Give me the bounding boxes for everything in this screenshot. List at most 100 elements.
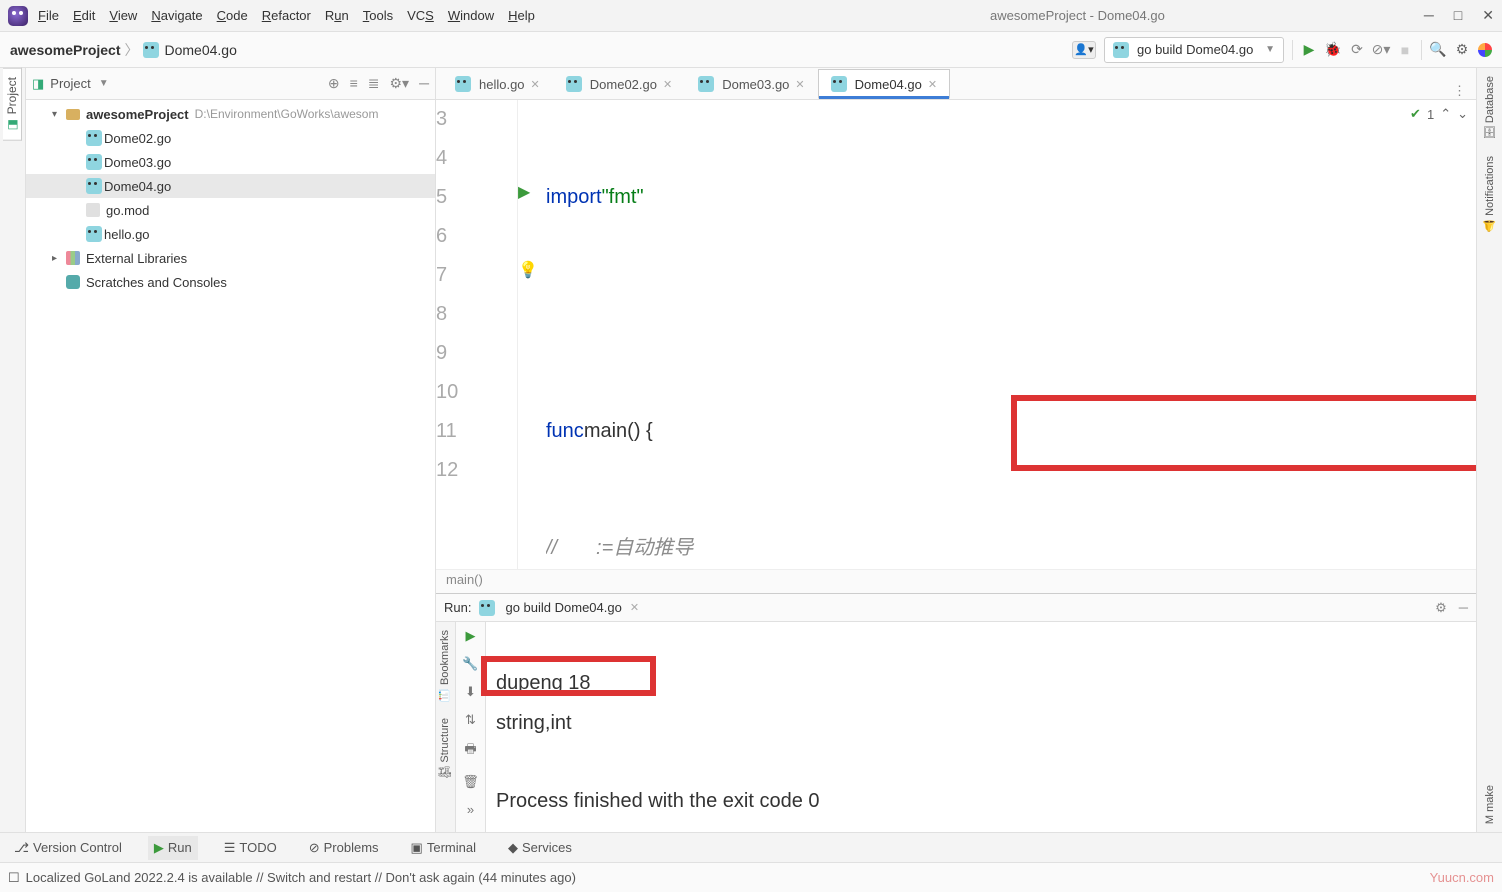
tree-scratches[interactable]: ▸Scratches and Consoles <box>26 270 435 294</box>
bt-version-control[interactable]: ⎇Version Control <box>8 836 128 860</box>
run-configuration[interactable]: go build Dome04.go ▼ <box>1104 37 1284 63</box>
status-bar: ☐ Localized GoLand 2022.2.4 is available… <box>0 862 1502 892</box>
maximize-icon[interactable]: □ <box>1454 7 1462 24</box>
tree-external-libs[interactable]: ▸External Libraries <box>26 246 435 270</box>
gutter-icons: ▶ 💡 <box>518 100 546 569</box>
toolbar: awesomeProject 〉 Dome04.go 👤▾ go build D… <box>0 32 1502 68</box>
menu-refactor[interactable]: Refactor <box>262 8 311 23</box>
coverage-button[interactable]: ⟳ <box>1349 42 1365 58</box>
bt-problems[interactable]: ⊘Problems <box>303 836 385 860</box>
print-icon[interactable]: 🖶 <box>464 740 476 762</box>
palette-icon[interactable] <box>1478 43 1492 57</box>
debug-button[interactable]: 🐞 <box>1325 42 1341 58</box>
sidebar-tool-project[interactable]: ◨ Project <box>3 68 22 141</box>
terminal-icon: ▣ <box>411 840 423 856</box>
problems-icon: ⊘ <box>309 840 320 856</box>
run-button[interactable]: ▶ <box>1301 42 1317 58</box>
tree-root-path: D:\Environment\GoWorks\awesom <box>195 107 379 121</box>
hide-panel-icon[interactable]: ─ <box>419 75 429 92</box>
tree-file[interactable]: go.mod <box>26 198 435 222</box>
rerun-button[interactable]: ▶ <box>466 628 476 644</box>
sidebar-tool-structure[interactable]: 🏗 Structure <box>436 710 455 788</box>
app-icon <box>8 6 28 26</box>
user-select-icon[interactable]: 👤▾ <box>1072 41 1096 59</box>
menu-vcs[interactable]: VCS <box>407 8 434 23</box>
chevron-down-icon[interactable]: ▼ <box>99 78 109 89</box>
window-controls: ─ □ ✕ <box>1424 7 1494 24</box>
menu-code[interactable]: Code <box>217 8 248 23</box>
filter-icon[interactable]: ⇅ <box>465 712 476 728</box>
tree-file-selected[interactable]: Dome04.go <box>26 174 435 198</box>
menu-view[interactable]: View <box>109 8 137 23</box>
chevron-up-icon[interactable]: ⌃ <box>1440 106 1451 122</box>
go-file-icon <box>479 600 495 616</box>
settings-icon[interactable]: ⚙ <box>1454 42 1470 58</box>
tree-file[interactable]: hello.go <box>26 222 435 246</box>
run-panel-header: Run: go build Dome04.go ✕ ⚙ ─ <box>436 594 1476 622</box>
close-icon[interactable]: ✕ <box>1482 7 1494 24</box>
menu-navigate[interactable]: Navigate <box>151 8 202 23</box>
close-tab-icon[interactable]: ✕ <box>663 78 672 91</box>
sidebar-tool-database[interactable]: 🗄 Database <box>1481 68 1498 148</box>
tabs-options-icon[interactable]: ⋮ <box>1443 83 1476 99</box>
window-title: awesomeProject - Dome04.go <box>731 8 1424 23</box>
close-tab-icon[interactable]: ✕ <box>531 78 540 91</box>
sidebar-tool-bookmarks[interactable]: 📑 Bookmarks <box>436 622 455 710</box>
tab-dome04[interactable]: Dome04.go✕ <box>818 69 950 99</box>
run-gutter-icon[interactable]: ▶ <box>518 182 530 202</box>
close-tab-icon[interactable]: ✕ <box>795 78 804 91</box>
intention-bulb-icon[interactable]: 💡 <box>518 260 538 280</box>
wrench-icon[interactable]: 🔧 <box>462 656 478 672</box>
expand-icon[interactable]: » <box>467 802 474 817</box>
minimize-icon[interactable]: ─ <box>1424 7 1434 24</box>
bt-todo[interactable]: ☰TODO <box>218 836 283 860</box>
tree-project-root[interactable]: ▾ awesomeProject D:\Environment\GoWorks\… <box>26 102 435 126</box>
close-run-tab-icon[interactable]: ✕ <box>630 601 639 614</box>
info-icon[interactable]: ☐ <box>8 870 20 886</box>
run-config-name[interactable]: go build Dome04.go <box>505 600 621 615</box>
bt-run[interactable]: ▶Run <box>148 836 198 860</box>
menu-edit[interactable]: Edit <box>73 8 95 23</box>
hide-run-icon[interactable]: ─ <box>1459 600 1468 616</box>
panel-settings-icon[interactable]: ⚙▾ <box>390 75 410 92</box>
menu-file[interactable]: File <box>38 8 59 23</box>
breadcrumb-project[interactable]: awesomeProject <box>10 42 121 58</box>
breadcrumb-file[interactable]: Dome04.go <box>165 42 237 58</box>
breadcrumb: awesomeProject 〉 Dome04.go <box>10 40 237 60</box>
sidebar-tool-make[interactable]: M make <box>1482 777 1498 832</box>
menu-help[interactable]: Help <box>508 8 535 23</box>
tab-dome02[interactable]: Dome02.go✕ <box>553 69 685 99</box>
editor-breadcrumb[interactable]: main() <box>436 569 1476 593</box>
editor[interactable]: 3 4 5 6 7 8 9 10 11 12 ▶ 💡 import "fmt" … <box>436 100 1476 569</box>
collapse-all-icon[interactable]: ≣ <box>368 75 380 92</box>
profile-button[interactable]: ⊘▾ <box>1373 42 1389 58</box>
tree-file[interactable]: Dome02.go <box>26 126 435 150</box>
menu-run[interactable]: Run <box>325 8 349 23</box>
stop-button[interactable]: ■ <box>1397 42 1413 58</box>
down-icon[interactable]: ⬇ <box>465 684 476 700</box>
bt-terminal[interactable]: ▣Terminal <box>405 836 482 860</box>
sidebar-tool-notifications[interactable]: 🔔 Notifications <box>1481 148 1498 240</box>
go-file-icon <box>831 76 847 92</box>
status-message[interactable]: Localized GoLand 2022.2.4 is available /… <box>26 870 576 885</box>
tree-file[interactable]: Dome03.go <box>26 150 435 174</box>
project-panel-title[interactable]: Project <box>50 76 90 91</box>
run-settings-icon[interactable]: ⚙ <box>1435 600 1447 616</box>
tab-hello[interactable]: hello.go✕ <box>442 69 553 99</box>
chevron-down-icon[interactable]: ⌄ <box>1457 106 1468 122</box>
close-tab-icon[interactable]: ✕ <box>928 78 937 91</box>
console-output[interactable]: dupeng 18 string,int Process finished wi… <box>486 622 1476 832</box>
project-panel: ◨ Project ▼ ⊕ ≡ ≣ ⚙▾ ─ ▾ awesomeProject … <box>26 68 436 832</box>
project-tree: ▾ awesomeProject D:\Environment\GoWorks\… <box>26 100 435 832</box>
inspections-widget[interactable]: ✔ 1 ⌃ ⌄ <box>1410 106 1468 122</box>
search-icon[interactable]: 🔍 <box>1430 42 1446 58</box>
bottom-tool-tabs: ⎇Version Control ▶Run ☰TODO ⊘Problems ▣T… <box>0 832 1502 862</box>
titlebar: File Edit View Navigate Code Refactor Ru… <box>0 0 1502 32</box>
trash-icon[interactable]: 🗑 <box>462 774 479 790</box>
select-opened-file-icon[interactable]: ⊕ <box>328 75 340 92</box>
menu-tools[interactable]: Tools <box>363 8 393 23</box>
tab-dome03[interactable]: Dome03.go✕ <box>685 69 817 99</box>
menu-window[interactable]: Window <box>448 8 494 23</box>
code-content[interactable]: import "fmt" func main() { // :=自动推导 nam… <box>546 100 1476 569</box>
expand-all-icon[interactable]: ≡ <box>350 75 358 92</box>
